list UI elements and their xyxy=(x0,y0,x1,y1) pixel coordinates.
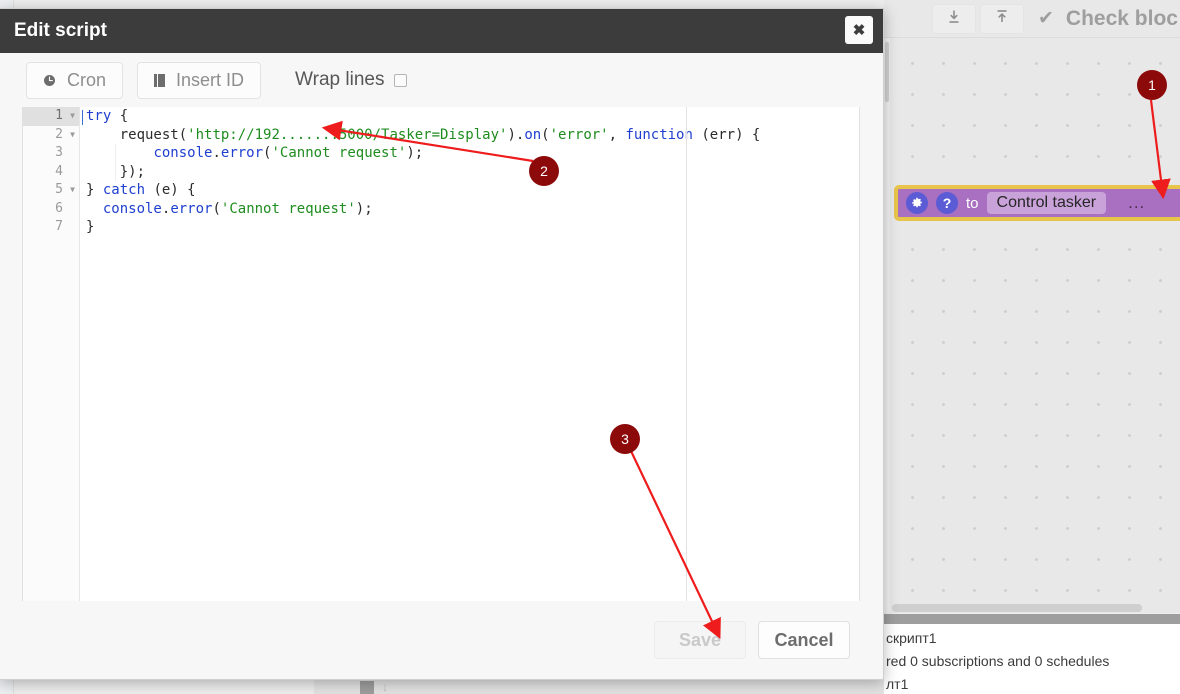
annotation-marker-1: 1 xyxy=(1137,70,1167,100)
insert-id-button[interactable]: Insert ID xyxy=(137,61,262,99)
background-swatch xyxy=(360,681,374,694)
upload-icon xyxy=(995,9,1009,29)
wrap-lines-toggle[interactable]: Wrap lines xyxy=(295,69,408,91)
close-icon[interactable]: ✖ xyxy=(845,16,873,44)
code-line[interactable]: } catch (e) { xyxy=(86,181,859,200)
code-line[interactable]: request('http://192......:5000/Tasker=Di… xyxy=(86,126,859,145)
download-icon xyxy=(947,9,961,29)
code-line[interactable]: }); xyxy=(86,163,859,182)
question-mark-icon[interactable]: ? xyxy=(936,192,958,214)
wrap-lines-label: Wrap lines xyxy=(295,69,385,90)
line-number[interactable]: 6▼ xyxy=(23,200,79,219)
code-content[interactable]: try { request('http://192......:5000/Tas… xyxy=(80,107,859,601)
code-token: } xyxy=(86,219,95,235)
code-token: console xyxy=(102,200,162,217)
fold-arrow-icon[interactable]: ▼ xyxy=(67,126,75,145)
upload-button[interactable] xyxy=(980,3,1024,34)
indent-guide xyxy=(115,144,116,181)
log-line: лт1 xyxy=(886,676,909,692)
blockly-workspace[interactable]: ? to Control tasker ... xyxy=(884,38,1180,613)
code-line[interactable]: console.error('Cannot request'); xyxy=(86,200,859,219)
code-token: function xyxy=(625,126,693,143)
workspace-left-gutter xyxy=(884,38,890,613)
code-token: (e) { xyxy=(145,182,196,198)
screenshot-root: ↓ ✔ Check bloc ? to Control tasker ... с… xyxy=(0,0,1180,694)
code-editor[interactable]: 1▼2▼3▼4▼5▼6▼7▼ try { request('http://192… xyxy=(22,107,860,601)
checkmark-icon: ✔ xyxy=(1038,8,1054,29)
code-token: on xyxy=(524,126,542,143)
annotation-marker-3: 3 xyxy=(610,424,640,454)
code-token: error xyxy=(220,145,264,161)
code-token: } xyxy=(86,182,103,198)
check-blocks-label: Check bloc xyxy=(1065,6,1178,30)
code-token: catch xyxy=(102,182,146,198)
blockly-block-control-tasker[interactable]: ? to Control tasker ... xyxy=(894,185,1180,221)
block-to-label: to xyxy=(966,194,979,212)
list-icon xyxy=(154,73,166,87)
fold-arrow-icon[interactable]: ▼ xyxy=(67,181,75,200)
code-line[interactable]: } xyxy=(86,218,859,237)
code-line[interactable]: console.error('Cannot request'); xyxy=(86,144,859,163)
code-token: . xyxy=(212,145,221,161)
text-cursor xyxy=(82,110,83,125)
cancel-button[interactable]: Cancel xyxy=(758,621,850,659)
code-token: 'Cannot request' xyxy=(220,200,356,217)
edit-script-dialog: Edit script ✖ Cron Insert ID Wrap lines … xyxy=(0,8,884,680)
line-number[interactable]: 1 ▼ xyxy=(23,107,79,126)
editor-toolbar: ✔ Check bloc xyxy=(884,0,1180,38)
line-number[interactable]: 3▼ xyxy=(23,144,79,163)
dialog-footer: Save Cancel xyxy=(0,601,884,679)
code-token: try xyxy=(86,108,112,124)
background-download-icon: ↓ xyxy=(382,680,388,694)
line-number-gutter: 1▼2▼3▼4▼5▼6▼7▼ xyxy=(23,107,80,601)
dialog-header: Edit script ✖ xyxy=(0,9,883,53)
line-number[interactable]: 2 ▼ xyxy=(23,126,79,145)
panel-divider[interactable] xyxy=(884,614,1180,624)
block-overflow-label[interactable]: ... xyxy=(1128,193,1145,213)
wrap-lines-checkbox[interactable] xyxy=(394,73,408,87)
code-token: 'http://192......:5000/Tasker=Display' xyxy=(187,126,508,143)
check-blocks-button[interactable]: ✔ Check bloc xyxy=(1038,7,1178,31)
line-number[interactable]: 7▼ xyxy=(23,218,79,237)
code-token: { xyxy=(111,108,129,124)
log-panel: скрипт1 red 0 subscriptions and 0 schedu… xyxy=(884,624,1180,694)
download-button[interactable] xyxy=(932,3,976,34)
code-token: request( xyxy=(86,126,188,143)
line-number[interactable]: 4▼ xyxy=(23,163,79,182)
code-token: ); xyxy=(355,200,373,217)
dialog-toolbar: Cron Insert ID Wrap lines xyxy=(0,53,883,107)
background-toolbar-strip xyxy=(314,678,894,694)
clock-icon xyxy=(43,74,56,87)
code-line[interactable]: try { xyxy=(86,107,859,126)
annotation-marker-2: 2 xyxy=(529,156,559,186)
dialog-title: Edit script xyxy=(14,20,107,41)
code-token: 'error' xyxy=(549,126,609,143)
code-token: 'Cannot request' xyxy=(271,145,407,161)
log-line: скрипт1 xyxy=(886,630,937,646)
code-token: (err) { xyxy=(692,126,761,143)
print-margin-ruler xyxy=(686,107,687,601)
code-token: ); xyxy=(406,145,424,161)
line-number[interactable]: 5 ▼ xyxy=(23,181,79,200)
cron-button[interactable]: Cron xyxy=(26,61,124,99)
save-button[interactable]: Save xyxy=(654,621,746,659)
workspace-vertical-scrollbar[interactable] xyxy=(885,42,889,102)
code-token: , xyxy=(608,126,626,143)
code-token: error xyxy=(170,200,213,217)
code-token: ( xyxy=(212,200,221,217)
gear-icon[interactable] xyxy=(906,192,928,214)
code-token: console xyxy=(153,145,213,161)
log-line: red 0 subscriptions and 0 schedules xyxy=(886,653,1110,669)
cron-label: Cron xyxy=(67,69,107,90)
workspace-horizontal-scrollbar[interactable] xyxy=(884,603,1180,613)
block-field-value[interactable]: Control tasker xyxy=(986,192,1107,214)
insert-id-label: Insert ID xyxy=(176,69,245,90)
code-token: ( xyxy=(541,126,550,143)
code-token: ). xyxy=(507,126,525,143)
fold-arrow-icon[interactable]: ▼ xyxy=(67,107,75,126)
